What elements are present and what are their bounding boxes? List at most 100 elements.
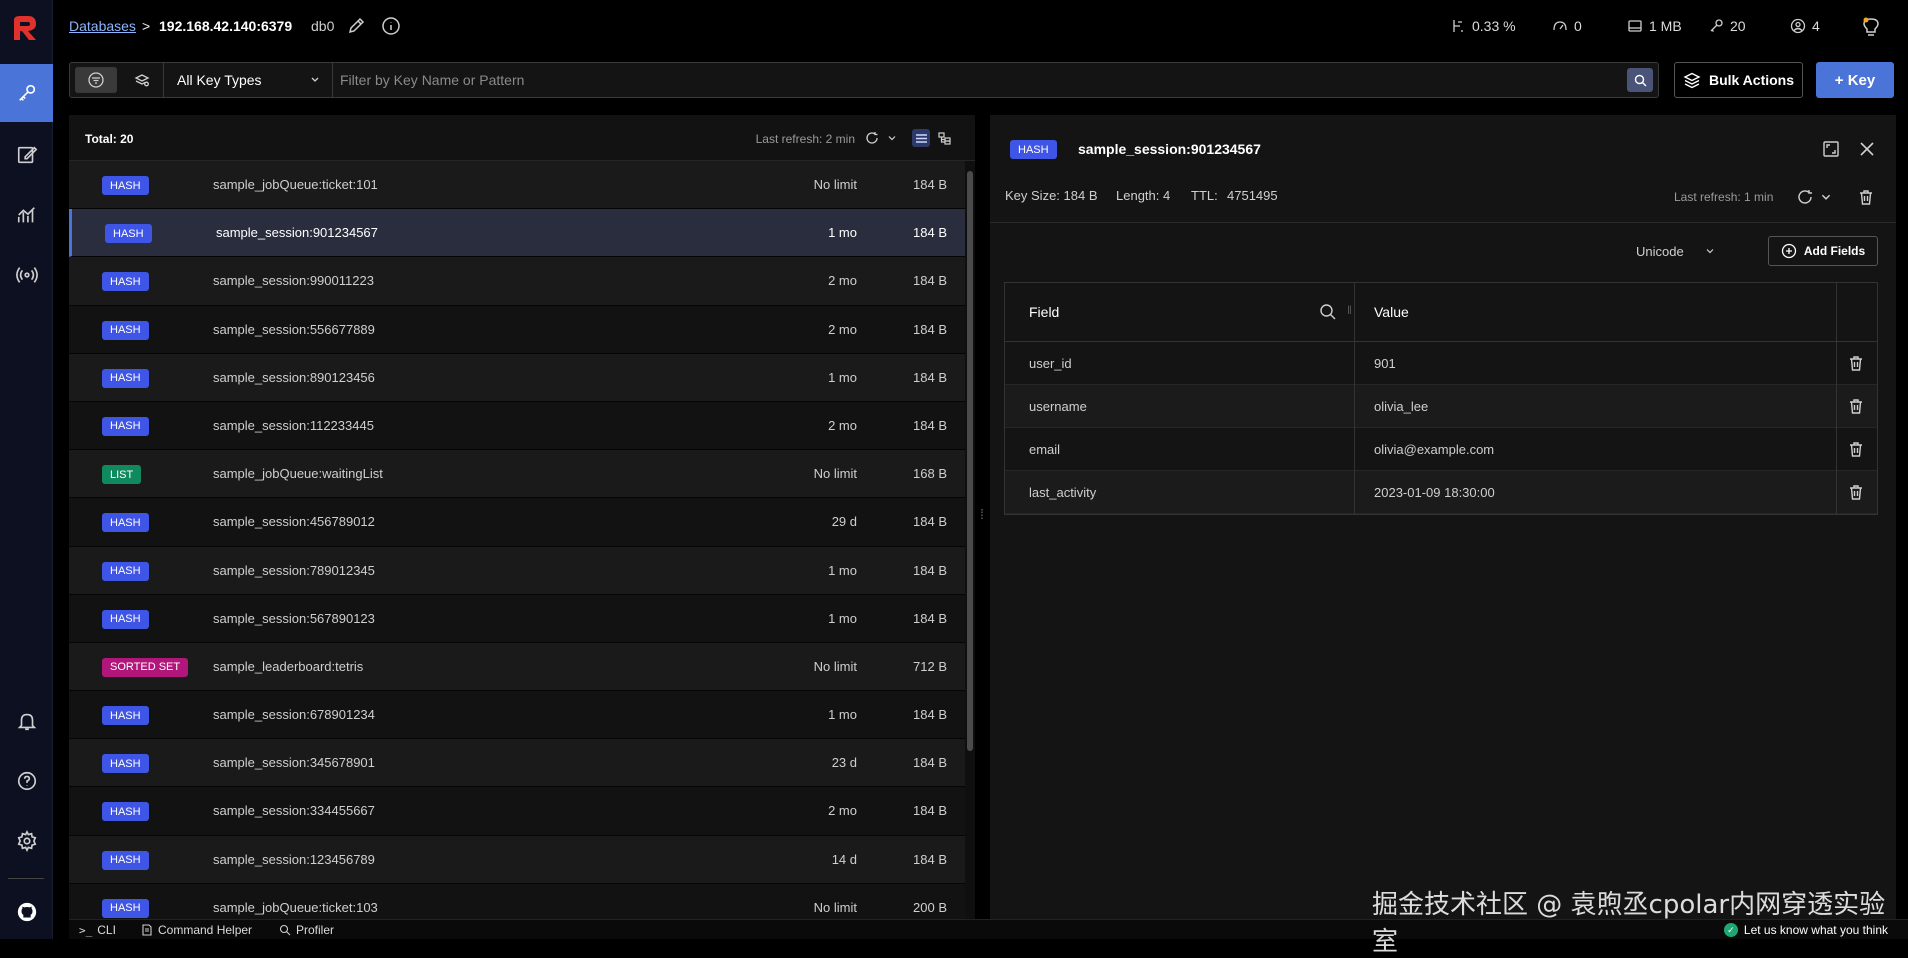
top-bar: Databases > 192.168.42.140:6379 db0 0.33… <box>53 0 1908 54</box>
search-mode-button[interactable] <box>121 67 163 93</box>
list-refresh-button[interactable] <box>863 129 881 147</box>
browser-nav-button[interactable] <box>0 64 53 122</box>
cli-button[interactable]: >_ CLI <box>79 923 116 937</box>
key-ttl: No limit <box>813 899 857 915</box>
hash-field-row[interactable]: username olivia_lee <box>1005 385 1877 428</box>
value-column-header: Value <box>1374 304 1409 320</box>
gear-icon <box>17 830 36 852</box>
hash-field-row[interactable]: email olivia@example.com <box>1005 428 1877 471</box>
terminal-icon: >_ <box>79 923 93 937</box>
key-size: 184 B <box>913 755 947 771</box>
hash-field-row[interactable]: last_activity 2023-01-09 18:30:00 <box>1005 471 1877 514</box>
sidebar-divider <box>8 878 44 879</box>
column-resize-handle[interactable]: ‖ <box>1347 303 1352 317</box>
pubsub-nav-button[interactable] <box>0 246 53 304</box>
list-view-icon <box>915 133 927 143</box>
filter-bar: All Key Types <box>69 62 1659 98</box>
hash-field-value[interactable]: 901 <box>1374 356 1396 371</box>
document-icon <box>142 924 152 936</box>
breadcrumb-databases-link[interactable]: Databases <box>69 18 136 34</box>
expand-icon[interactable] <box>1822 140 1840 158</box>
hash-field-row[interactable]: user_id 901 <box>1005 342 1877 385</box>
trash-icon[interactable] <box>1847 354 1865 372</box>
key-ttl: 2 mo <box>828 417 857 433</box>
trash-icon[interactable] <box>1847 397 1865 415</box>
chevron-down-icon[interactable] <box>1820 191 1832 203</box>
key-list-row[interactable]: HASH sample_session:456789012 29 d 184 B <box>69 498 965 547</box>
key-list-row[interactable]: HASH sample_jobQueue:ticket:101 No limit 18… <box>69 161 965 210</box>
key-list-row[interactable]: HASH sample_session:678901234 1 mo 184 B <box>69 691 965 740</box>
pencil-icon[interactable] <box>346 16 366 36</box>
key-name: sample_leaderboard:tetris <box>213 658 364 674</box>
key-size: 184 B <box>913 803 947 819</box>
command-helper-button[interactable]: Command Helper <box>141 923 252 937</box>
detail-key-name[interactable]: sample_session:901234567 <box>1078 141 1261 157</box>
filter-mode-button[interactable] <box>75 67 117 93</box>
github-link[interactable] <box>0 886 53 938</box>
hash-field-value[interactable]: 2023-01-09 18:30:00 <box>1374 485 1495 500</box>
key-size: 168 B <box>913 466 947 482</box>
list-view-button[interactable] <box>912 129 930 147</box>
key-ttl: 1 mo <box>828 562 857 578</box>
key-list-row[interactable]: HASH sample_session:990011223 2 mo 184 B <box>69 257 965 306</box>
key-size: 184 B <box>913 177 947 192</box>
key-list-row[interactable]: HASH sample_session:556677889 2 mo 184 B <box>69 305 965 354</box>
key-list-row[interactable]: HASH sample_session:345678901 23 d 184 B <box>69 739 965 788</box>
database-host: 192.168.42.140:6379 <box>159 18 293 34</box>
detail-ttl-label: TTL: <box>1191 188 1218 203</box>
key-type-badge: HASH <box>102 272 149 292</box>
trash-icon[interactable] <box>1857 188 1875 206</box>
notifications-nav-button[interactable] <box>0 692 53 750</box>
search-icon[interactable] <box>1319 303 1337 321</box>
lightbulb-icon[interactable] <box>1860 16 1882 38</box>
info-icon[interactable] <box>381 16 401 36</box>
detail-length: Length: 4 <box>1116 188 1171 203</box>
key-list-row[interactable]: HASH sample_session:123456789 14 d 184 B <box>69 835 965 884</box>
tree-view-button[interactable] <box>935 129 953 147</box>
key-size: 184 B <box>913 321 947 337</box>
key-list-row[interactable]: HASH sample_session:890123456 1 mo 184 B <box>69 353 965 402</box>
key-list-scrollbar[interactable] <box>967 171 973 751</box>
help-nav-button[interactable] <box>0 752 53 810</box>
key-type-badge: HASH <box>102 850 149 870</box>
trash-icon[interactable] <box>1847 440 1865 458</box>
bulk-actions-button[interactable]: Bulk Actions <box>1674 62 1803 98</box>
key-list-row[interactable]: LIST sample_jobQueue:waitingList No limit 1… <box>69 450 965 499</box>
profiler-button[interactable]: Profiler <box>279 923 334 937</box>
add-key-button[interactable]: + Key <box>1816 62 1894 98</box>
trash-icon[interactable] <box>1847 483 1865 501</box>
detail-ttl-value[interactable]: 4751495 <box>1227 188 1278 203</box>
key-type-select[interactable]: All Key Types <box>163 63 333 97</box>
key-size: 184 B <box>913 610 947 626</box>
search-submit-button[interactable] <box>1627 68 1653 92</box>
memory-stat: 1 MB <box>1627 18 1682 34</box>
settings-nav-button[interactable] <box>0 812 53 870</box>
key-list-row[interactable]: HASH sample_session:901234567 1 mo 184 B <box>69 209 965 258</box>
key-name: sample_session:345678901 <box>213 755 375 771</box>
hash-field-name: email <box>1029 442 1061 457</box>
hash-field-value[interactable]: olivia@example.com <box>1374 442 1494 457</box>
hash-field-value[interactable]: olivia_lee <box>1374 399 1428 414</box>
key-filter-input[interactable] <box>340 67 1620 93</box>
detail-key-size: Key Size: 184 B <box>1005 188 1098 203</box>
redis-logo-icon[interactable] <box>8 12 42 46</box>
analytics-nav-button[interactable] <box>0 186 53 244</box>
refresh-icon[interactable] <box>1796 188 1814 206</box>
key-list-row[interactable]: HASH sample_session:334455667 2 mo 184 B <box>69 787 965 836</box>
key-list-row[interactable]: SORTED SET sample_leaderboard:tetris No li… <box>69 642 965 692</box>
key-list-row[interactable]: HASH sample_session:567890123 1 mo 184 B <box>69 594 965 643</box>
help-icon <box>17 771 36 791</box>
add-fields-button[interactable]: Add Fields <box>1768 236 1878 266</box>
key-list-row[interactable]: HASH sample_session:789012345 1 mo 184 B <box>69 546 965 595</box>
close-icon[interactable] <box>1858 140 1876 158</box>
encoding-select[interactable]: Unicode <box>1636 244 1715 259</box>
workbench-nav-button[interactable] <box>0 126 53 184</box>
detail-type-badge: HASH <box>1010 140 1057 159</box>
key-ttl: No limit <box>813 177 857 192</box>
key-list-row[interactable]: HASH sample_session:112233445 2 mo 184 B <box>69 401 965 451</box>
panel-resize-handle[interactable]: ⁞ <box>980 506 984 522</box>
cpu-value: 0.33 % <box>1472 18 1516 34</box>
broadcast-icon <box>15 267 38 283</box>
key-name: sample_session:890123456 <box>213 369 375 385</box>
auto-refresh-toggle[interactable] <box>883 129 901 147</box>
